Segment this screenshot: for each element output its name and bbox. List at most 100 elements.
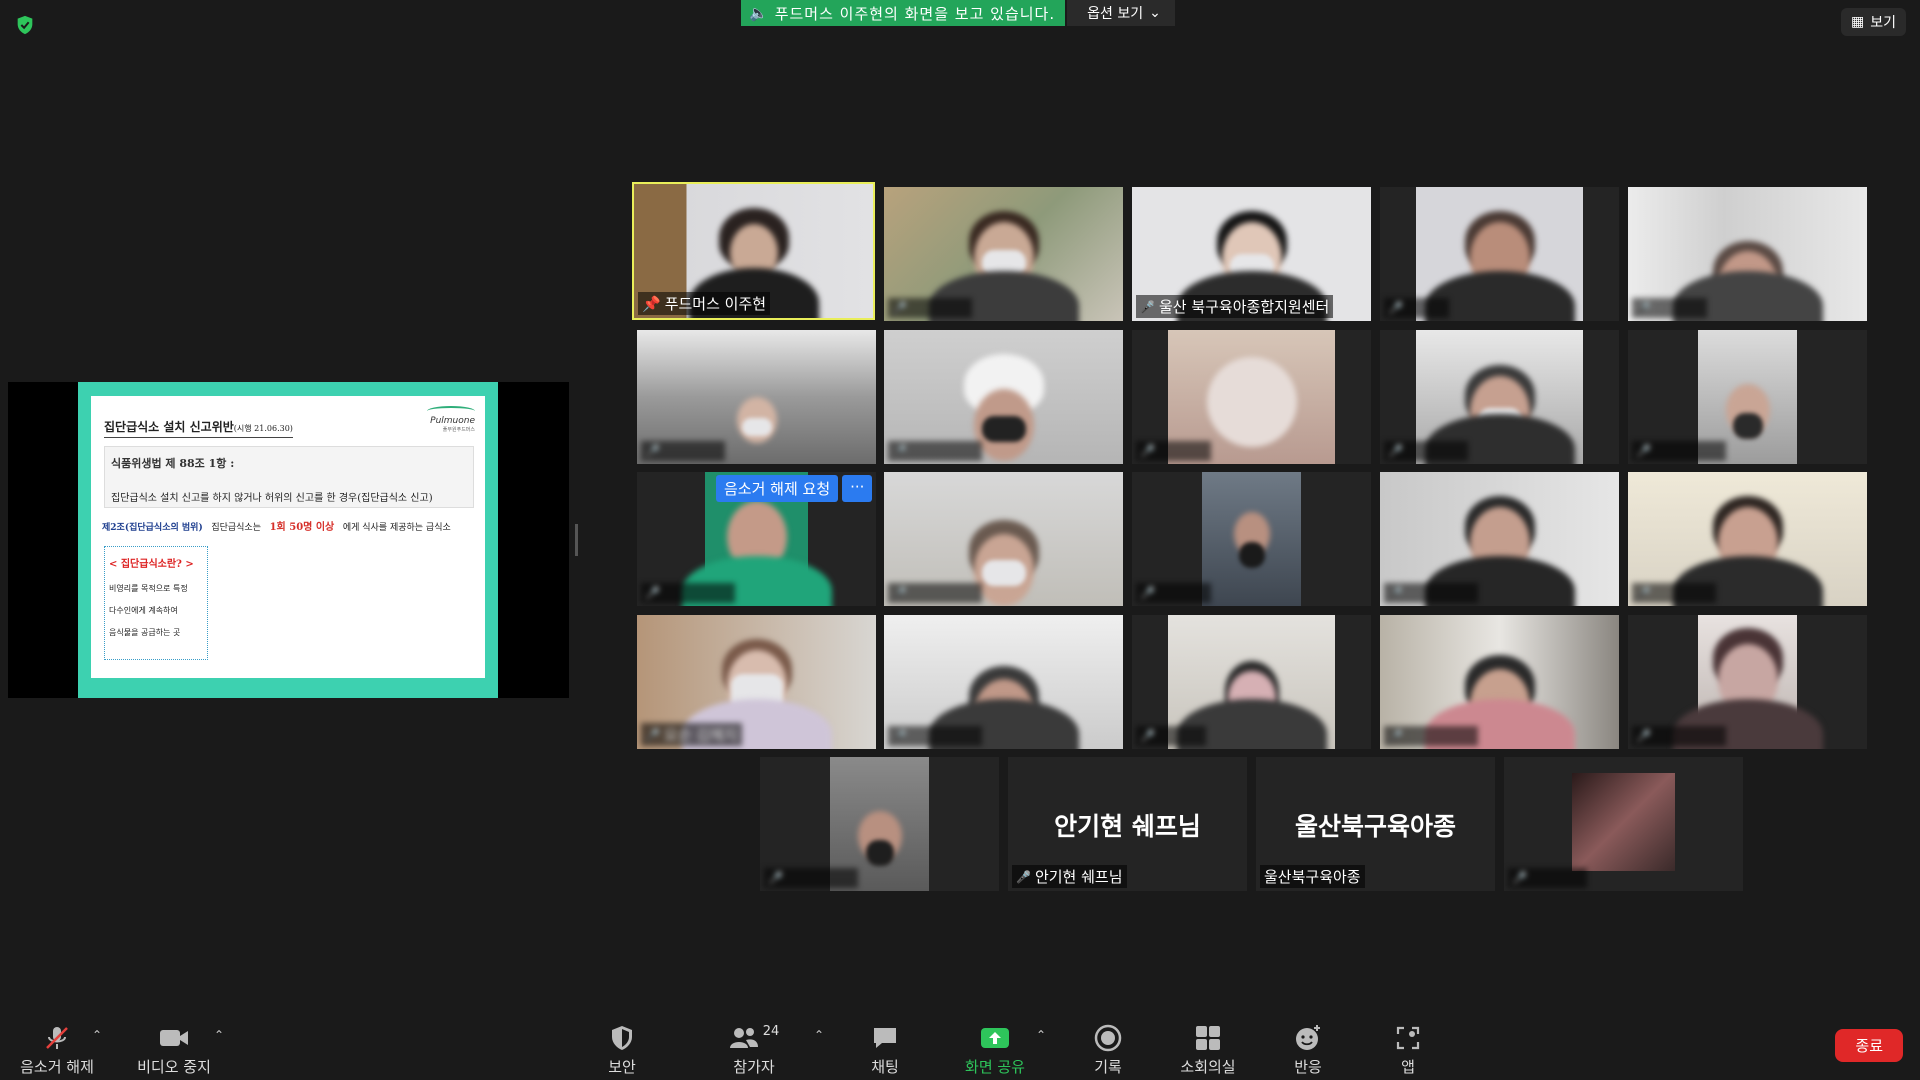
slide: 집단급식소 설치 신고위반(시행 21.06.30) Pulmuone 풀무원푸…	[91, 396, 485, 678]
video-tile[interactable]: 🎤 요순 김혜지	[637, 615, 876, 749]
video-tile[interactable]: 🎤	[1132, 330, 1371, 464]
record-icon	[1094, 1024, 1122, 1052]
banner-text: 푸드머스 이주현의 화면을 보고 있습니다.	[774, 4, 1056, 23]
participants-label: 참가자	[733, 1058, 775, 1076]
law-box: 식품위생법 제 88조 1항 : 집단급식소 설치 신고를 하지 않거나 허위의…	[104, 446, 474, 508]
chat-bubble-icon	[871, 1024, 899, 1052]
definition-line: 다수인에게 계속하여	[109, 606, 178, 615]
video-tile[interactable]: 🎤	[1380, 187, 1619, 321]
breakout-rooms-icon	[1195, 1024, 1221, 1052]
video-tile[interactable]: 🎤	[1628, 615, 1867, 749]
meeting-toolbar: 음소거 해제 ⌃ 비디오 중지 ⌃ 보안 24 참가자 ⌃ 채팅 화면 공유 ⌃	[0, 1010, 1920, 1080]
video-tile[interactable]: 🎤	[760, 757, 999, 891]
smiley-add-icon	[1294, 1024, 1322, 1052]
more-options-button[interactable]: ···	[842, 475, 873, 502]
video-tile-active-speaker[interactable]: 📌 푸드머스 이주현	[632, 182, 875, 320]
scope-label: 제2조(집단급식소의 범위)	[102, 523, 203, 533]
muted-mic-icon: 🎤	[1016, 869, 1031, 884]
participants-options-caret[interactable]: ⌃	[814, 1028, 824, 1042]
participant-name: 🎤	[1384, 583, 1478, 603]
participant-name: 🎤	[888, 583, 982, 603]
record-label: 기록	[1094, 1058, 1122, 1076]
view-button-label: 보기	[1870, 15, 1896, 31]
video-tile[interactable]: 🎤	[884, 615, 1123, 749]
video-tile[interactable]: 🎤	[1132, 615, 1371, 749]
video-tile[interactable]: 🎤	[1132, 472, 1371, 606]
participant-name: 🎤	[1632, 441, 1726, 461]
unmute-button[interactable]: 음소거 해제	[12, 1024, 102, 1077]
participant-name: 🎤	[1384, 298, 1450, 318]
unmute-label: 음소거 해제	[20, 1058, 94, 1076]
view-options-button[interactable]: 옵션 보기 ⌄	[1067, 0, 1175, 26]
security-button[interactable]: 보안	[577, 1024, 667, 1077]
record-button[interactable]: 기록	[1063, 1024, 1153, 1077]
apps-button[interactable]: 앱	[1363, 1024, 1453, 1077]
security-label: 보안	[608, 1058, 636, 1076]
participant-count: 24	[762, 1024, 780, 1039]
video-camera-icon	[158, 1024, 190, 1052]
security-shield-icon[interactable]	[14, 14, 36, 36]
definition-heading: < 집단급식소란? >	[109, 559, 194, 570]
participant-name-text: 울산북구육아종	[1264, 868, 1361, 886]
video-tile[interactable]: 🎤	[884, 330, 1123, 464]
video-tile[interactable]: 🎤	[1628, 472, 1867, 606]
unmute-request-button[interactable]: 음소거 해제 요청	[716, 475, 839, 502]
chevron-down-icon: ⌄	[1149, 5, 1161, 21]
video-tile[interactable]: 🎤 울산 북구육아종합지원센터	[1132, 187, 1371, 321]
video-tile[interactable]: 🎤	[1628, 187, 1867, 321]
audio-options-caret[interactable]: ⌃	[92, 1028, 102, 1042]
video-tile[interactable]: 🎤	[884, 472, 1123, 606]
video-tile[interactable]: 울산북구육아종 울산북구육아종	[1256, 757, 1495, 891]
law-heading: 식품위생법 제 88조 1항 :	[111, 457, 235, 470]
participant-name: 🎤	[1508, 868, 1588, 888]
participant-name: 📌 푸드머스 이주현	[638, 292, 771, 315]
screen-share-banner: 🔈 푸드머스 이주현의 화면을 보고 있습니다. 옵션 보기 ⌄	[741, 0, 1175, 26]
participant-name: 🎤	[888, 726, 982, 746]
video-tile[interactable]: 🎤	[1380, 330, 1619, 464]
chat-label: 채팅	[871, 1058, 899, 1076]
participant-name: 🎤	[888, 441, 982, 461]
reactions-label: 반응	[1294, 1058, 1322, 1076]
chat-button[interactable]: 채팅	[840, 1024, 930, 1077]
share-options-caret[interactable]: ⌃	[1036, 1028, 1046, 1042]
participant-name: 🎤	[764, 868, 858, 888]
participant-name: 울산북구육아종	[1260, 865, 1365, 888]
pulmuone-logo: Pulmuone 풀무원푸드머스	[427, 406, 475, 433]
definition-box: < 집단급식소란? > 비영리를 목적으로 특정 다수인에게 계속하여 음식물을…	[104, 546, 208, 660]
slide-frame: 집단급식소 설치 신고위반(시행 21.06.30) Pulmuone 풀무원푸…	[78, 382, 498, 698]
breakout-rooms-button[interactable]: 소회의실	[1163, 1024, 1253, 1077]
participant-name: 🎤	[1384, 726, 1478, 746]
video-tile[interactable]: 🎤	[1380, 615, 1619, 749]
participant-name: 🎤	[1384, 441, 1469, 461]
participant-name: 🎤 요순 김혜지	[641, 723, 742, 746]
participant-display-name: 울산북구육아종	[1294, 812, 1456, 841]
video-tile[interactable]: 🎤	[884, 187, 1123, 321]
view-button[interactable]: ▦ 보기	[1841, 8, 1906, 36]
muted-mic-icon	[43, 1024, 71, 1052]
participants-button[interactable]: 24 참가자	[709, 1024, 799, 1077]
shared-screen[interactable]: 집단급식소 설치 신고위반(시행 21.06.30) Pulmuone 풀무원푸…	[8, 382, 569, 698]
participant-name: 🎤	[1136, 441, 1211, 461]
split-resize-handle[interactable]	[575, 524, 578, 556]
participant-name: 🎤 울산 북구육아종합지원센터	[1136, 295, 1334, 318]
end-meeting-button[interactable]: 종료	[1835, 1029, 1903, 1062]
participant-name-text: 안기현 쉐프님	[1034, 868, 1123, 886]
video-tile[interactable]: 🎤	[1628, 330, 1867, 464]
definition-line: 음식물을 공급하는 곳	[109, 628, 181, 637]
share-screen-button[interactable]: 화면 공유	[950, 1024, 1040, 1077]
video-tile[interactable]: 안기현 쉐프님 🎤 안기현 쉐프님	[1008, 757, 1247, 891]
viewing-share-label: 🔈 푸드머스 이주현의 화면을 보고 있습니다.	[741, 0, 1066, 26]
people-icon: 24	[729, 1024, 780, 1052]
participant-name-text: 요순 김혜지	[663, 726, 738, 744]
reactions-button[interactable]: 반응	[1263, 1024, 1353, 1077]
breakout-rooms-label: 소회의실	[1180, 1058, 1236, 1076]
video-tile[interactable]: 🎤	[1504, 757, 1743, 891]
speaker-icon: 🔈	[749, 4, 769, 22]
video-tile[interactable]: 🎤	[637, 330, 876, 464]
video-options-caret[interactable]: ⌃	[214, 1028, 224, 1042]
video-tile[interactable]: 🎤	[1380, 472, 1619, 606]
stop-video-button[interactable]: 비디오 중지	[129, 1024, 219, 1077]
participant-name: 🎤	[1632, 298, 1707, 318]
muted-mic-icon: 🎤	[1140, 299, 1155, 314]
apps-icon	[1395, 1024, 1421, 1052]
